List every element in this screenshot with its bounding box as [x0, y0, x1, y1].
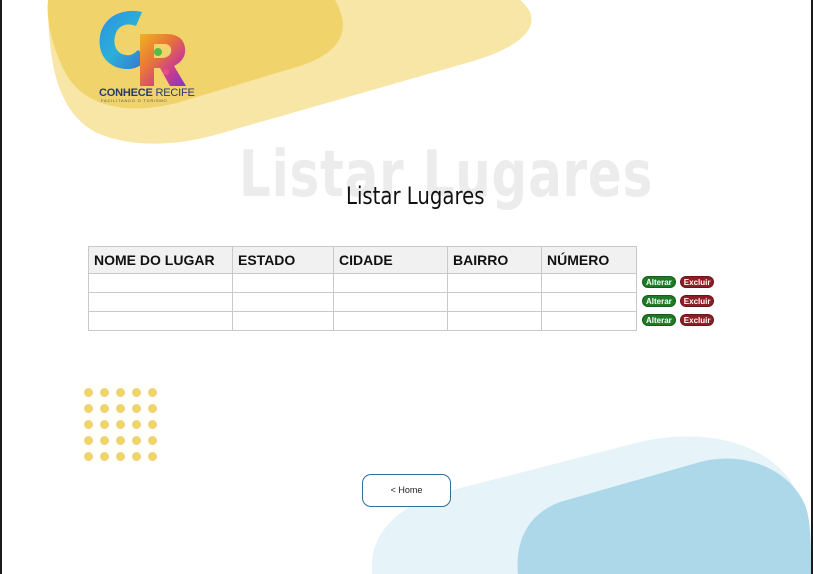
- decorative-dot: [116, 404, 125, 413]
- table-cell: [88, 311, 233, 331]
- decorative-dot: [84, 420, 93, 429]
- column-header-estado: ESTADO: [232, 246, 334, 274]
- table-cell: [447, 273, 542, 293]
- table-cell: [541, 311, 637, 331]
- page-title: Listar Lugares: [346, 182, 485, 210]
- table-cell: [232, 311, 334, 331]
- table-cell: [447, 292, 542, 312]
- decorative-dot: [100, 388, 109, 397]
- decorative-dot: [84, 436, 93, 445]
- window-left-border: [0, 0, 2, 574]
- decorative-dot: [100, 404, 109, 413]
- home-button[interactable]: < Home: [362, 474, 451, 507]
- table-row: [88, 311, 637, 331]
- decorative-dot: [84, 388, 93, 397]
- table-header-row: NOME DO LUGAR ESTADO CIDADE BAIRRO NÚMER…: [88, 246, 637, 274]
- decorative-dot: [148, 420, 157, 429]
- alterar-button[interactable]: Alterar: [642, 295, 676, 307]
- decorative-dot-grid: [84, 388, 164, 468]
- decorative-dot: [132, 404, 141, 413]
- table-cell: [333, 292, 448, 312]
- decorative-dot: [148, 388, 157, 397]
- table-row: [88, 292, 637, 312]
- table-cell: [447, 311, 542, 331]
- decorative-dot: [100, 436, 109, 445]
- table-cell: [541, 273, 637, 293]
- excluir-button[interactable]: Excluir: [679, 276, 715, 288]
- table-cell: [333, 311, 448, 331]
- decorative-dot: [148, 436, 157, 445]
- table-cell: [333, 273, 448, 293]
- excluir-button[interactable]: Excluir: [679, 314, 715, 326]
- decorative-dot: [84, 404, 93, 413]
- decorative-dot: [116, 436, 125, 445]
- decorative-dot: [132, 452, 141, 461]
- decorative-dot: [148, 404, 157, 413]
- decorative-dot: [132, 420, 141, 429]
- table-cell: [88, 273, 233, 293]
- decorative-dot: [132, 436, 141, 445]
- decorative-dot: [116, 420, 125, 429]
- excluir-button[interactable]: Excluir: [679, 295, 715, 307]
- decorative-dot: [148, 452, 157, 461]
- table-row: [88, 273, 637, 293]
- decorative-dot: [116, 452, 125, 461]
- column-header-cidade: CIDADE: [333, 246, 448, 274]
- decorative-dot: [84, 452, 93, 461]
- row-actions: Alterar Excluir: [642, 314, 718, 332]
- places-table: NOME DO LUGAR ESTADO CIDADE BAIRRO NÚMER…: [88, 246, 637, 331]
- table-cell: [232, 292, 334, 312]
- column-header-numero: NÚMERO: [541, 246, 637, 274]
- row-actions: Alterar Excluir: [642, 295, 718, 313]
- alterar-button[interactable]: Alterar: [642, 314, 676, 326]
- decorative-dot: [100, 452, 109, 461]
- table-cell: [88, 292, 233, 312]
- row-actions: Alterar Excluir: [642, 276, 718, 294]
- table-cell: [541, 292, 637, 312]
- logo-tagline: FACILITANDO O TURISMO: [101, 98, 168, 103]
- alterar-button[interactable]: Alterar: [642, 276, 676, 288]
- decorative-dot: [132, 388, 141, 397]
- decorative-dot: [116, 388, 125, 397]
- decorative-dot: [100, 420, 109, 429]
- column-header-bairro: BAIRRO: [447, 246, 542, 274]
- column-header-nome: NOME DO LUGAR: [88, 246, 233, 274]
- table-cell: [232, 273, 334, 293]
